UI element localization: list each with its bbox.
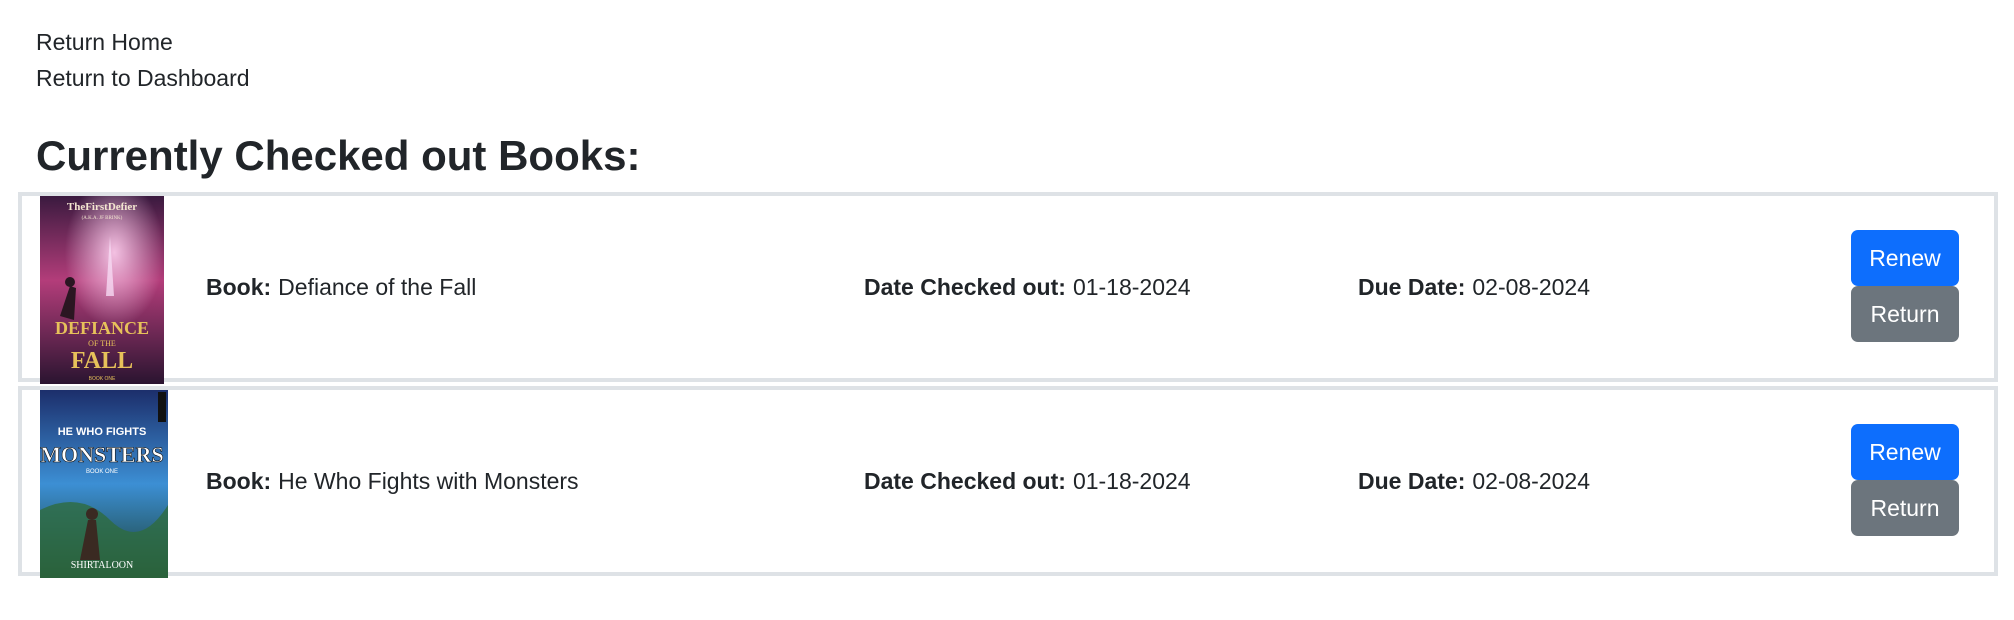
book-cover-image: TheFirstDefier (A.K.A. JF BRINK) DEFIANC…: [40, 196, 164, 384]
book-title-cell: Book: Defiance of the Fall: [206, 196, 476, 378]
svg-text:HE WHO FIGHTS: HE WHO FIGHTS: [58, 426, 147, 438]
due-date-value: 02-08-2024: [1472, 467, 1591, 494]
page-title: Currently Checked out Books:: [36, 132, 641, 179]
checked-out-books-table: TheFirstDefier (A.K.A. JF BRINK) DEFIANC…: [18, 192, 1998, 578]
date-checked-out-label: Date Checked out:: [864, 467, 1066, 494]
monsters-cover-art: HE WHO FIGHTS MONSTERS BOOK ONE SHIRTALO…: [40, 390, 168, 578]
svg-text:OF THE: OF THE: [88, 339, 116, 348]
return-home-link[interactable]: Return Home: [36, 24, 250, 60]
svg-text:MONSTERS: MONSTERS: [40, 442, 163, 467]
svg-text:TheFirstDefier: TheFirstDefier: [67, 201, 137, 213]
book-title: Defiance of the Fall: [278, 273, 477, 300]
date-checked-out-cell: Date Checked out: 01-18-2024: [864, 390, 1191, 572]
book-title: He Who Fights with Monsters: [278, 467, 579, 494]
renew-button[interactable]: Renew: [1851, 230, 1959, 286]
table-row: TheFirstDefier (A.K.A. JF BRINK) DEFIANC…: [18, 192, 1998, 384]
book-label: Book:: [206, 467, 272, 494]
due-date-cell: Due Date: 02-08-2024: [1358, 196, 1590, 378]
renew-button[interactable]: Renew: [1851, 424, 1959, 480]
table-row: HE WHO FIGHTS MONSTERS BOOK ONE SHIRTALO…: [18, 386, 1998, 578]
date-checked-out-value: 01-18-2024: [1072, 273, 1191, 300]
svg-text:FALL: FALL: [71, 348, 133, 374]
book-cover-image: HE WHO FIGHTS MONSTERS BOOK ONE SHIRTALO…: [40, 390, 168, 578]
row-actions: Renew Return: [1851, 230, 1959, 342]
svg-text:(A.K.A. JF BRINK): (A.K.A. JF BRINK): [82, 216, 123, 221]
due-date-label: Due Date:: [1358, 273, 1466, 300]
return-button[interactable]: Return: [1851, 286, 1959, 342]
return-button[interactable]: Return: [1851, 480, 1959, 536]
svg-text:DEFIANCE: DEFIANCE: [55, 318, 149, 338]
nav-links: Return Home Return to Dashboard: [36, 24, 250, 96]
return-dashboard-link[interactable]: Return to Dashboard: [36, 60, 250, 96]
date-checked-out-cell: Date Checked out: 01-18-2024: [864, 196, 1191, 378]
book-title-cell: Book: He Who Fights with Monsters: [206, 390, 579, 572]
book-label: Book:: [206, 273, 272, 300]
row-actions: Renew Return: [1851, 424, 1959, 536]
due-date-cell: Due Date: 02-08-2024: [1358, 390, 1590, 572]
due-date-value: 02-08-2024: [1472, 273, 1591, 300]
date-checked-out-value: 01-18-2024: [1072, 467, 1191, 494]
svg-text:BOOK ONE: BOOK ONE: [86, 469, 118, 475]
defiance-cover-art: TheFirstDefier (A.K.A. JF BRINK) DEFIANC…: [40, 196, 164, 384]
svg-text:BOOK ONE: BOOK ONE: [89, 376, 116, 382]
svg-text:SHIRTALOON: SHIRTALOON: [71, 560, 134, 571]
date-checked-out-label: Date Checked out:: [864, 273, 1066, 300]
due-date-label: Due Date:: [1358, 467, 1466, 494]
page: Return Home Return to Dashboard Currentl…: [0, 0, 2014, 620]
